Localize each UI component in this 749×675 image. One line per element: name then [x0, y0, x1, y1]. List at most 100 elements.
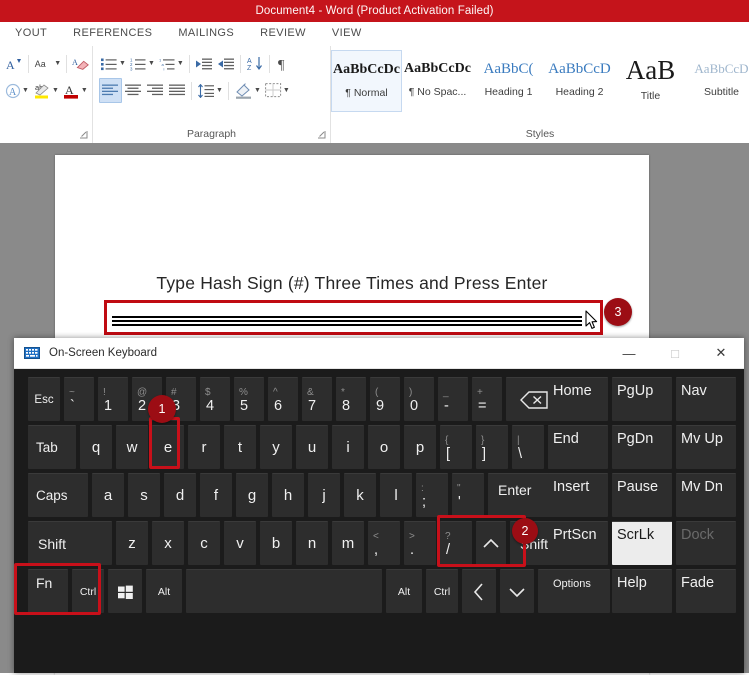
- key-4[interactable]: $ 4: [200, 377, 230, 421]
- key-shift-left[interactable]: Shift: [28, 521, 112, 565]
- key-p[interactable]: p: [404, 425, 436, 469]
- align-left-icon[interactable]: [99, 78, 122, 103]
- key-pause[interactable]: Pause: [612, 473, 672, 517]
- grow-font-icon[interactable]: A: [3, 51, 25, 76]
- key-home[interactable]: Home: [548, 377, 608, 421]
- line-spacing-icon[interactable]: ▼: [195, 78, 225, 103]
- key-caps-lock[interactable]: Caps: [28, 473, 88, 517]
- chevron-down-icon[interactable]: ▼: [254, 87, 261, 94]
- key-7[interactable]: & 7: [302, 377, 332, 421]
- key-x[interactable]: x: [152, 521, 184, 565]
- bullets-icon[interactable]: ▼: [99, 51, 128, 76]
- key-w[interactable]: w: [116, 425, 148, 469]
- clear-formatting-icon[interactable]: A: [70, 51, 92, 76]
- key-a[interactable]: a: [92, 473, 124, 517]
- key-page-up[interactable]: PgUp: [612, 377, 672, 421]
- key-s[interactable]: s: [128, 473, 160, 517]
- key-y[interactable]: y: [260, 425, 292, 469]
- key-esc[interactable]: Esc: [28, 377, 60, 421]
- key-period[interactable]: > .: [404, 521, 436, 565]
- chevron-down-icon[interactable]: ▼: [119, 60, 126, 67]
- chevron-down-icon[interactable]: ▼: [54, 60, 61, 67]
- key-minus[interactable]: _ -: [438, 377, 468, 421]
- tab-mailings[interactable]: MAILINGS: [165, 22, 247, 45]
- key-backslash[interactable]: | \: [512, 425, 544, 469]
- key-page-down[interactable]: PgDn: [612, 425, 672, 469]
- sort-icon[interactable]: A Z: [244, 51, 266, 76]
- chevron-down-icon[interactable]: ▼: [283, 87, 290, 94]
- key-bracket-right[interactable]: } ]: [476, 425, 508, 469]
- key-b[interactable]: b: [260, 521, 292, 565]
- key-backtick[interactable]: ~ `: [64, 377, 94, 421]
- key-help[interactable]: Help: [612, 569, 672, 613]
- key-ctrl-right[interactable]: Ctrl: [426, 569, 458, 613]
- key-g[interactable]: g: [236, 473, 268, 517]
- key-scroll-lock[interactable]: ScrLk: [612, 521, 672, 565]
- paragraph-dialog-launcher[interactable]: [317, 130, 326, 139]
- key-space[interactable]: [186, 569, 382, 613]
- decrease-indent-icon[interactable]: [193, 51, 215, 76]
- align-center-icon[interactable]: [122, 78, 144, 103]
- maximize-button[interactable]: □: [652, 338, 698, 368]
- key-k[interactable]: k: [344, 473, 376, 517]
- change-case-icon[interactable]: Aa ▼: [32, 51, 63, 76]
- style-item-heading-2[interactable]: AaBbCcD Heading 2: [544, 50, 615, 112]
- justify-icon[interactable]: [166, 78, 188, 103]
- key-insert[interactable]: Insert: [548, 473, 608, 517]
- chevron-down-icon[interactable]: ▼: [216, 87, 223, 94]
- key-j[interactable]: j: [308, 473, 340, 517]
- key-arrow-down[interactable]: [500, 569, 534, 613]
- chevron-down-icon[interactable]: ▼: [148, 60, 155, 67]
- key-move-up[interactable]: Mv Up: [676, 425, 736, 469]
- align-right-icon[interactable]: [144, 78, 166, 103]
- key-f[interactable]: f: [200, 473, 232, 517]
- tab-review[interactable]: REVIEW: [247, 22, 319, 45]
- tab-view[interactable]: VIEW: [319, 22, 375, 45]
- key-windows[interactable]: [108, 569, 142, 613]
- key-h[interactable]: h: [272, 473, 304, 517]
- font-color-icon[interactable]: A ▼: [61, 78, 90, 103]
- on-screen-keyboard-window[interactable]: On-Screen Keyboard — □ ✕ Esc ~ ` ! 1 @ 2…: [14, 338, 744, 673]
- key-o[interactable]: o: [368, 425, 400, 469]
- styles-gallery[interactable]: AaBbCcDc ¶ Normal AaBbCcDc ¶ No Spac... …: [331, 46, 749, 116]
- text-effects-icon[interactable]: A ▼: [3, 78, 31, 103]
- style-item-subtitle[interactable]: AaBbCcD Subtitle: [686, 50, 749, 112]
- style-item-title[interactable]: AaB Title: [615, 50, 686, 112]
- multilevel-list-icon[interactable]: 1 a i ▼: [157, 51, 186, 76]
- show-formatting-marks-icon[interactable]: ¶: [273, 51, 295, 76]
- style-item-no-spacing[interactable]: AaBbCcDc ¶ No Spac...: [402, 50, 473, 112]
- text-highlight-color-icon[interactable]: ab ▼: [31, 78, 61, 103]
- key-i[interactable]: i: [332, 425, 364, 469]
- key-d[interactable]: d: [164, 473, 196, 517]
- key-m[interactable]: m: [332, 521, 364, 565]
- key-comma[interactable]: < ,: [368, 521, 400, 565]
- key-end[interactable]: End: [548, 425, 608, 469]
- chevron-down-icon[interactable]: ▼: [177, 60, 184, 67]
- key-l[interactable]: l: [380, 473, 412, 517]
- key-semicolon[interactable]: : ;: [416, 473, 448, 517]
- numbering-icon[interactable]: 1 2 3 ▼: [128, 51, 157, 76]
- key-0[interactable]: ) 0: [404, 377, 434, 421]
- shading-icon[interactable]: ▼: [232, 78, 263, 103]
- close-button[interactable]: ✕: [698, 338, 744, 368]
- key-z[interactable]: z: [116, 521, 148, 565]
- key-t[interactable]: t: [224, 425, 256, 469]
- borders-icon[interactable]: ▼: [263, 78, 292, 103]
- key-1[interactable]: ! 1: [98, 377, 128, 421]
- key-bracket-left[interactable]: { [: [440, 425, 472, 469]
- style-item-heading-1[interactable]: AaBbC( Heading 1: [473, 50, 544, 112]
- tab-layout[interactable]: YOUT: [2, 22, 60, 45]
- key-8[interactable]: * 8: [336, 377, 366, 421]
- key-alt-right[interactable]: Alt: [386, 569, 422, 613]
- key-c[interactable]: c: [188, 521, 220, 565]
- tab-references[interactable]: REFERENCES: [60, 22, 165, 45]
- chevron-down-icon[interactable]: ▼: [52, 87, 59, 94]
- key-n[interactable]: n: [296, 521, 328, 565]
- font-dialog-launcher[interactable]: [79, 130, 88, 139]
- key-print-screen[interactable]: PrtScn: [548, 521, 608, 565]
- key-5[interactable]: % 5: [234, 377, 264, 421]
- key-quote[interactable]: " ': [452, 473, 484, 517]
- key-u[interactable]: u: [296, 425, 328, 469]
- key-options[interactable]: Options: [548, 569, 608, 613]
- key-9[interactable]: ( 9: [370, 377, 400, 421]
